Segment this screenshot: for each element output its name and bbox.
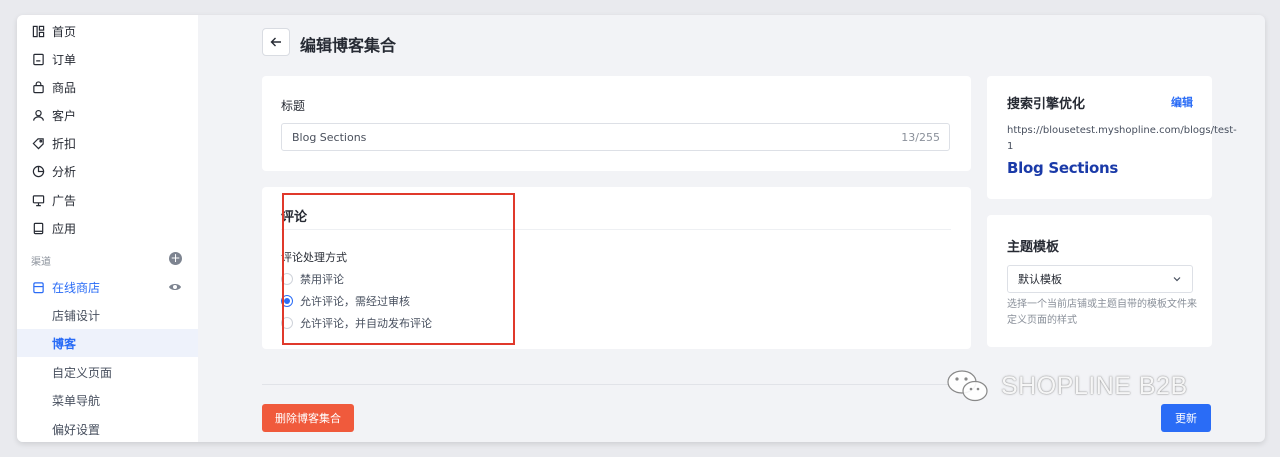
- sidebar-item-label: 商品: [52, 80, 77, 95]
- sidebar-subitem-store-design[interactable]: 店铺设计: [17, 301, 198, 329]
- eye-icon[interactable]: [168, 279, 182, 298]
- sidebar-item-discounts[interactable]: 折扣: [17, 129, 198, 157]
- theme-template-card: 主题模板 默认模板 选择一个当前店铺或主题自带的模板文件来定义页面的样式: [987, 215, 1212, 347]
- sidebar-item-label: 首页: [52, 24, 77, 39]
- add-channel-icon[interactable]: +: [169, 252, 182, 265]
- sidebar: 首页 订单 商品 客户 折扣 分析 广告 应用 渠道 + 在线商店 店铺设计 博…: [17, 15, 198, 442]
- sidebar-item-products[interactable]: 商品: [17, 73, 198, 101]
- back-button[interactable]: [262, 28, 290, 56]
- footer-divider: [262, 384, 972, 385]
- tablet-icon: [31, 221, 45, 235]
- sidebar-item-ads[interactable]: 广告: [17, 186, 198, 214]
- sidebar-item-label: 客户: [52, 108, 77, 123]
- watermark-text: SHOPLINE B2B: [1001, 371, 1188, 400]
- template-select[interactable]: 默认模板: [1007, 265, 1193, 293]
- chevron-down-icon: [1173, 277, 1181, 282]
- delete-blog-collection-button[interactable]: 删除博客集合: [262, 404, 354, 432]
- sidebar-item-apps[interactable]: 应用: [17, 214, 198, 242]
- order-icon: [31, 52, 45, 66]
- sidebar-item-label: 在线商店: [52, 280, 101, 295]
- sidebar-item-label: 订单: [52, 52, 77, 67]
- sidebar-item-label: 广告: [52, 193, 77, 208]
- seo-title: 搜索引擎优化: [1007, 97, 1086, 112]
- template-helper-text: 选择一个当前店铺或主题自带的模板文件来定义页面的样式: [1007, 299, 1197, 326]
- arrow-left-icon: [270, 37, 281, 47]
- channels-label: 渠道: [31, 257, 51, 268]
- sidebar-subitem-custom-pages[interactable]: 自定义页面: [17, 358, 198, 386]
- sidebar-item-orders[interactable]: 订单: [17, 45, 198, 73]
- pie-chart-icon: [31, 164, 45, 178]
- sidebar-subitem-menu-navigation[interactable]: 菜单导航: [17, 386, 198, 414]
- title-label: 标题: [281, 99, 306, 113]
- title-card: 标题 Blog Sections 13/255: [262, 76, 971, 171]
- title-input[interactable]: Blog Sections 13/255: [281, 123, 950, 151]
- monitor-icon: [31, 193, 45, 207]
- character-counter: 13/255: [901, 130, 940, 144]
- sidebar-item-label: 应用: [52, 221, 77, 236]
- sidebar-item-analytics[interactable]: 分析: [17, 157, 198, 185]
- tag-icon: [31, 136, 45, 150]
- bag-icon: [31, 80, 45, 94]
- sidebar-item-label: 折扣: [52, 136, 77, 151]
- sidebar-item-customers[interactable]: 客户: [17, 101, 198, 129]
- watermark: SHOPLINE B2B: [945, 368, 1188, 404]
- seo-edit-link[interactable]: 编辑: [1171, 94, 1193, 110]
- wechat-icon: [947, 370, 988, 402]
- highlight-box: [282, 193, 515, 345]
- seo-preview-title: Blog Sections: [1007, 159, 1119, 177]
- dashboard-icon: [31, 24, 45, 38]
- seo-card: 搜索引擎优化 编辑 https://blousetest.myshopline.…: [987, 76, 1237, 199]
- title-input-value: Blog Sections: [292, 130, 367, 144]
- seo-url: https://blousetest.myshopline.com/blogs/…: [1007, 125, 1237, 152]
- theme-template-title: 主题模板: [1007, 240, 1060, 255]
- sidebar-subitem-blog[interactable]: 博客: [17, 329, 198, 357]
- store-icon: [31, 280, 45, 294]
- sidebar-item-label: 分析: [52, 164, 77, 179]
- template-select-value: 默认模板: [1018, 273, 1062, 286]
- sidebar-item-home[interactable]: 首页: [17, 17, 198, 45]
- update-button[interactable]: 更新: [1161, 404, 1211, 432]
- sidebar-subitem-preferences[interactable]: 偏好设置: [17, 415, 198, 442]
- person-icon: [31, 108, 45, 122]
- page-title: 编辑博客集合: [300, 36, 397, 55]
